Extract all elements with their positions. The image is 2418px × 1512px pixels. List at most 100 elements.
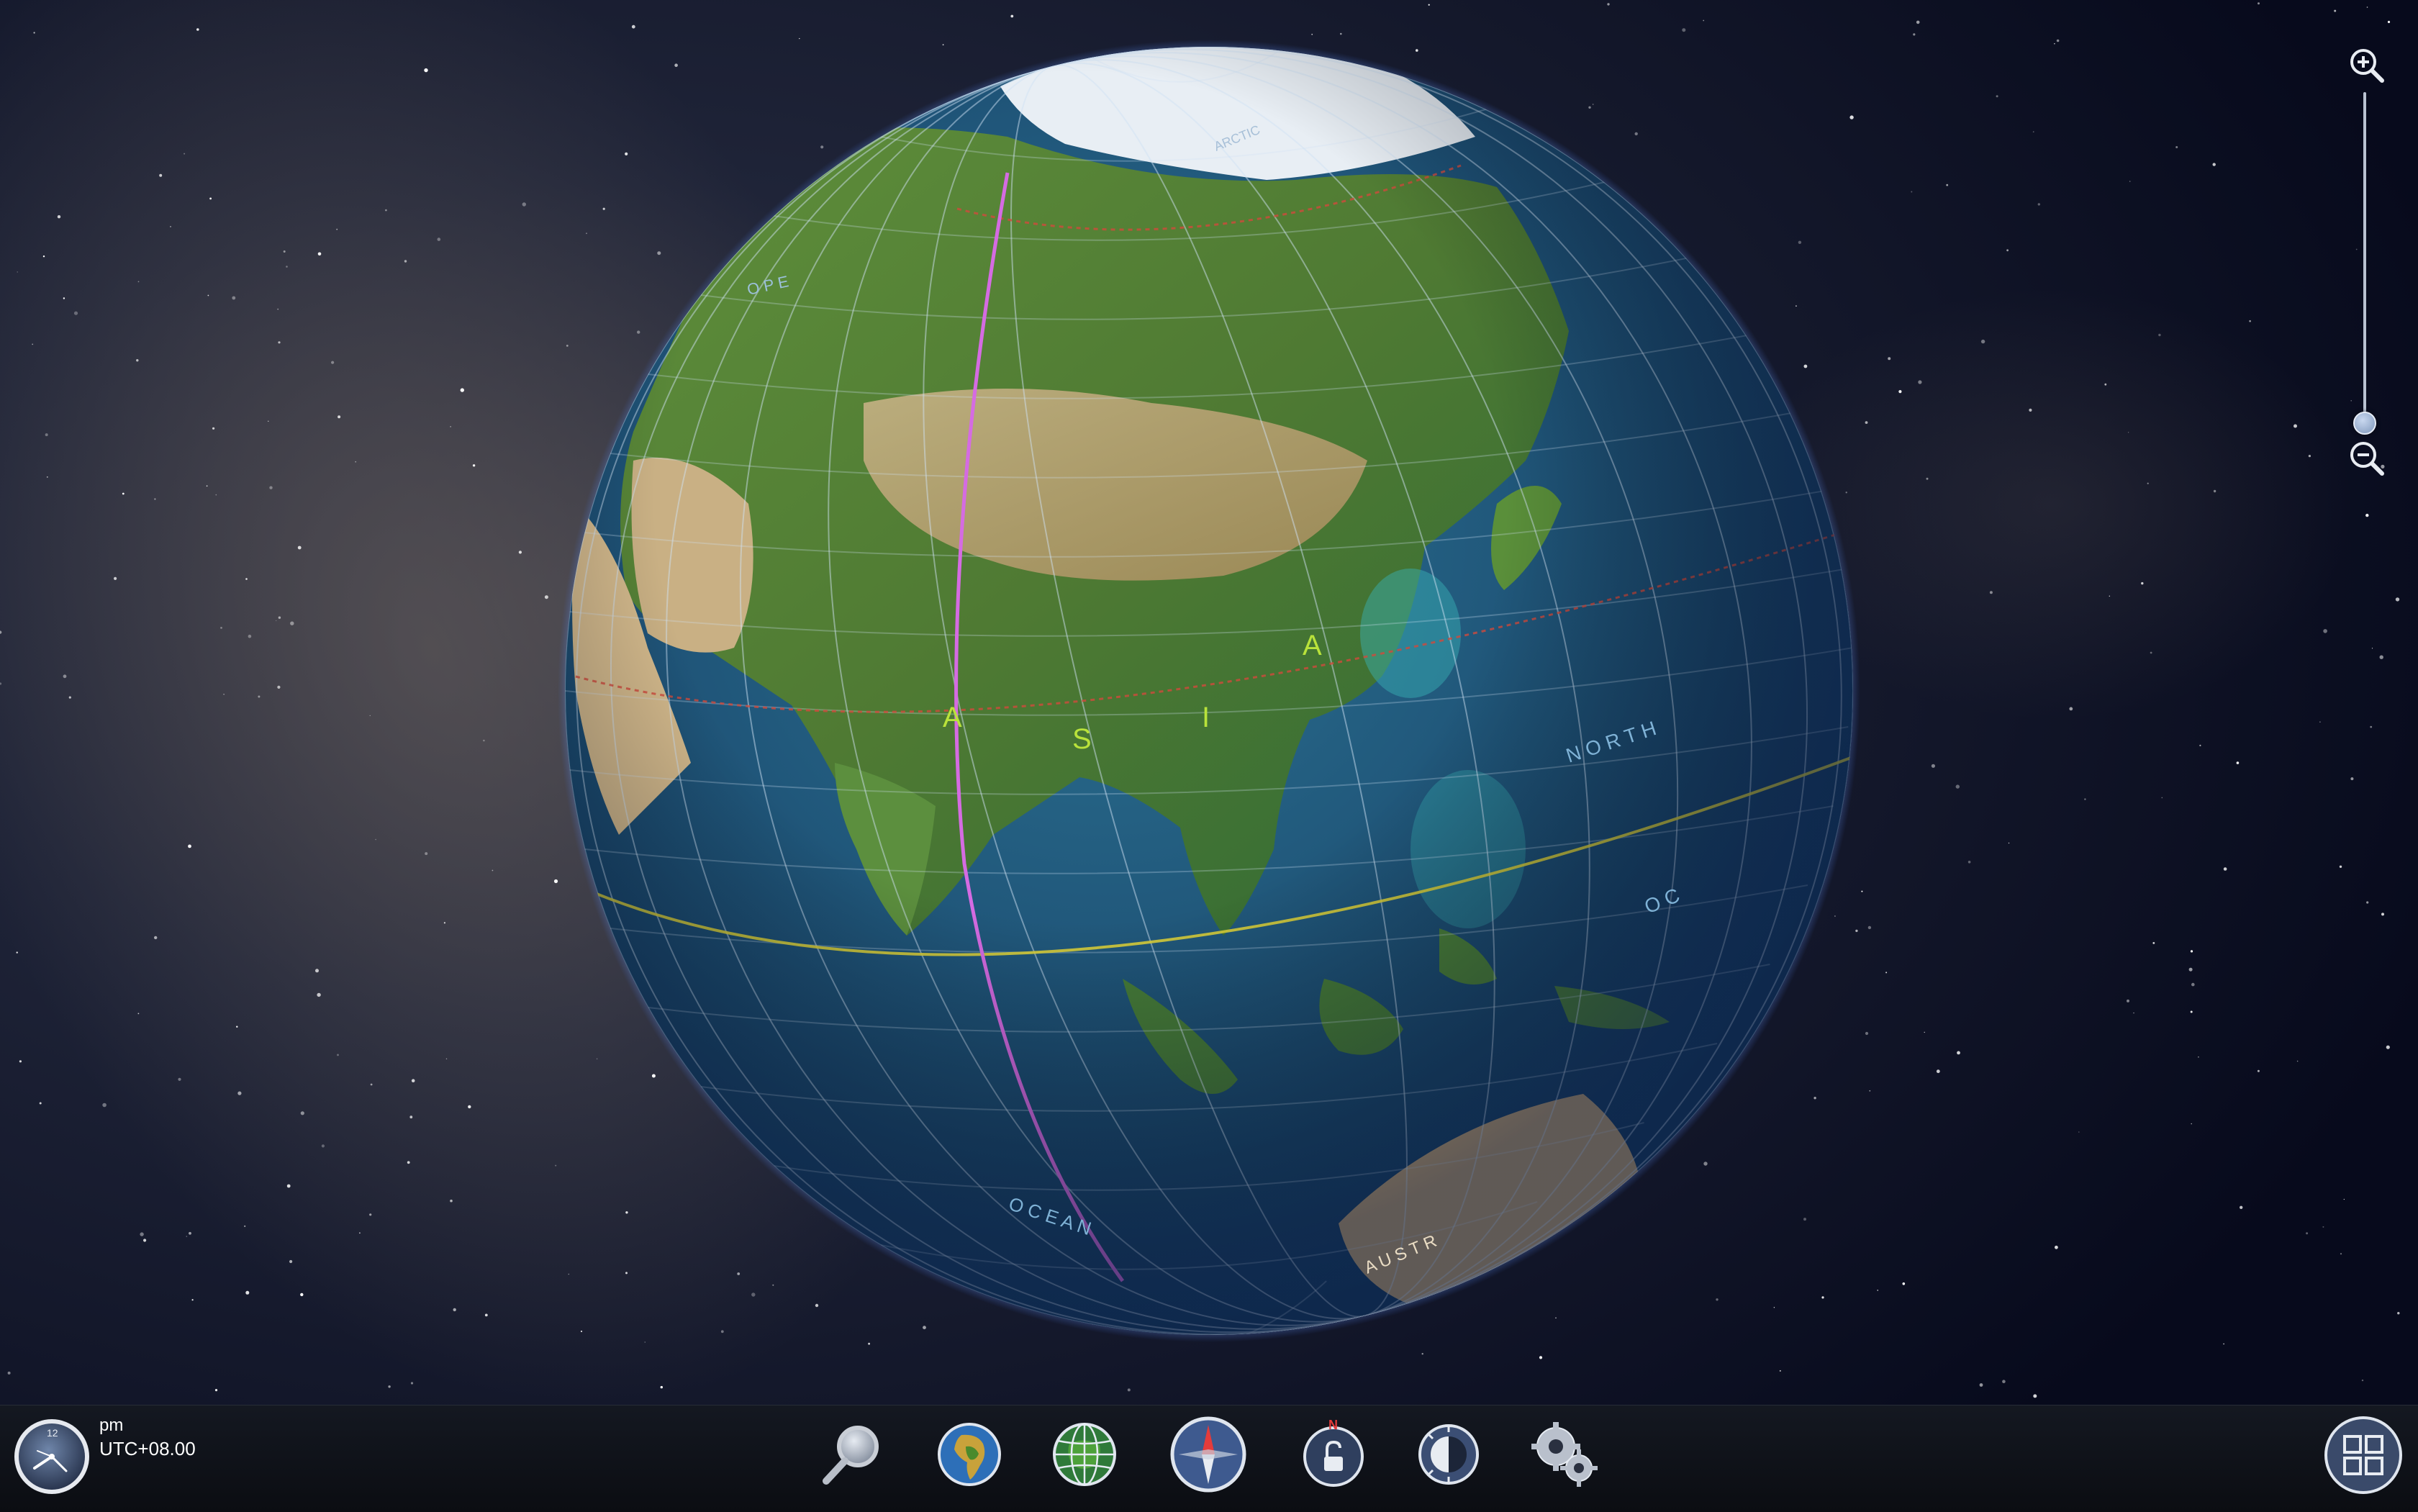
star — [2334, 9, 2337, 12]
star — [472, 464, 476, 467]
star — [2084, 798, 2086, 800]
star — [336, 228, 338, 230]
star — [2223, 867, 2227, 871]
star — [2147, 482, 2149, 484]
star — [2190, 950, 2193, 953]
globe-view-button[interactable] — [930, 1415, 1009, 1494]
star — [63, 674, 67, 679]
star — [2249, 320, 2251, 322]
zoom-out-button[interactable] — [2345, 436, 2388, 479]
star — [2055, 1245, 2058, 1249]
star — [2257, 1069, 2260, 1072]
star — [317, 252, 322, 256]
star — [220, 627, 222, 629]
star — [2240, 1205, 2243, 1210]
star — [424, 68, 428, 73]
star — [942, 44, 944, 46]
star — [57, 215, 61, 219]
star — [2319, 721, 2321, 723]
star — [16, 951, 18, 954]
star — [143, 1239, 147, 1242]
star — [868, 1342, 870, 1345]
star — [1803, 364, 1808, 368]
star — [2213, 489, 2216, 493]
star — [1716, 1298, 1719, 1301]
star — [215, 494, 217, 496]
star — [2339, 865, 2342, 869]
star — [2054, 43, 2055, 45]
layout-grid-icon — [2324, 1416, 2402, 1494]
north-lock-icon: N — [1303, 1418, 1364, 1487]
star — [206, 485, 208, 487]
star — [212, 427, 215, 430]
star — [2127, 432, 2129, 433]
star — [375, 838, 376, 841]
star — [443, 922, 446, 924]
star — [1803, 1218, 1806, 1221]
clock-button[interactable]: 12 — [13, 1418, 91, 1495]
star — [1996, 95, 1998, 98]
day-night-button[interactable] — [1409, 1415, 1488, 1494]
star — [2033, 1394, 2037, 1398]
star — [1968, 861, 1971, 864]
star — [2350, 400, 2352, 402]
grid-globe-button[interactable] — [1045, 1415, 1124, 1494]
star — [1955, 784, 1960, 789]
compass-button[interactable] — [1169, 1415, 1248, 1494]
star — [2365, 513, 2369, 517]
star — [154, 498, 156, 500]
star — [2343, 1198, 2345, 1200]
star — [283, 250, 286, 253]
layout-button[interactable] — [2323, 1415, 2404, 1495]
star — [2258, 2, 2260, 5]
star — [278, 341, 281, 344]
star — [815, 1303, 819, 1308]
star — [137, 281, 140, 283]
star — [1989, 591, 1993, 594]
star — [286, 266, 288, 268]
star — [2355, 248, 2358, 250]
star — [1877, 1290, 1878, 1291]
star — [258, 695, 261, 698]
star — [184, 153, 186, 155]
star — [191, 1299, 194, 1301]
zoom-slider-track[interactable] — [2363, 92, 2366, 422]
star — [2340, 1253, 2342, 1255]
zoom-in-icon — [2350, 49, 2384, 83]
utc-offset: UTC+08.00 — [99, 1438, 196, 1459]
settings-button[interactable] — [1524, 1415, 1603, 1494]
star — [277, 308, 279, 310]
star — [2056, 39, 2060, 42]
zoom-slider-knob[interactable] — [2353, 412, 2376, 435]
star — [2029, 408, 2032, 412]
star — [68, 696, 71, 699]
zoom-in-button[interactable] — [2345, 43, 2388, 86]
star — [331, 361, 335, 364]
compass-icon — [1170, 1416, 1246, 1493]
star — [1867, 925, 1872, 930]
star — [820, 145, 824, 149]
star — [214, 1389, 218, 1392]
star — [2032, 131, 2034, 133]
star — [42, 255, 45, 258]
time-period: pm — [99, 1416, 124, 1435]
star — [207, 294, 209, 296]
search-button[interactable] — [813, 1415, 892, 1494]
star — [1865, 421, 1868, 424]
star — [2150, 651, 2152, 654]
star — [1555, 1317, 1557, 1319]
star — [453, 1308, 456, 1312]
north-lock-button[interactable]: N — [1294, 1415, 1373, 1494]
star — [553, 879, 558, 884]
star — [625, 1211, 628, 1214]
star — [137, 1013, 140, 1015]
star — [1703, 1162, 1708, 1166]
asia-label-i: I — [1202, 702, 1210, 733]
star — [1902, 1282, 1906, 1285]
star — [277, 685, 281, 689]
star — [33, 32, 35, 34]
star — [522, 202, 526, 207]
star — [468, 1105, 471, 1109]
star — [2175, 146, 2178, 148]
star — [1849, 115, 1854, 119]
